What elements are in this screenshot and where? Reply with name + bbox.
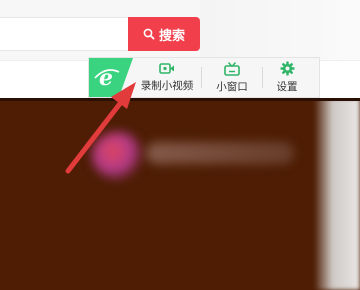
gear-icon: [280, 61, 295, 76]
blurred-channel-logo: [92, 132, 144, 180]
header-blank-area: [200, 0, 360, 60]
video-record-icon: [159, 62, 175, 75]
video-player[interactable]: [0, 98, 360, 290]
svg-text:e: e: [99, 65, 113, 91]
blurred-channel-title: [146, 142, 294, 164]
settings-label: 设置: [276, 81, 298, 93]
search-button-label: 搜索: [158, 28, 185, 44]
screenshot-stage: 搜索 e 录制小视频 小窗口 设置: [0, 0, 360, 290]
tv-mini-window-icon: [224, 61, 240, 76]
search-icon: [143, 28, 155, 40]
mini-window-button[interactable]: 小窗口: [202, 58, 262, 97]
browser-e-logo-icon: e: [89, 58, 133, 97]
video-right-edge: [314, 98, 360, 290]
search-input[interactable]: [0, 17, 128, 51]
record-video-label: 录制小视频: [140, 80, 194, 92]
search-button[interactable]: 搜索: [128, 17, 200, 51]
settings-button[interactable]: 设置: [263, 58, 311, 97]
video-floating-toolbar: e 录制小视频 小窗口 设置: [88, 57, 320, 98]
video-top-edge: [0, 98, 360, 101]
mini-window-label: 小窗口: [216, 80, 248, 93]
record-video-button[interactable]: 录制小视频: [133, 58, 201, 97]
